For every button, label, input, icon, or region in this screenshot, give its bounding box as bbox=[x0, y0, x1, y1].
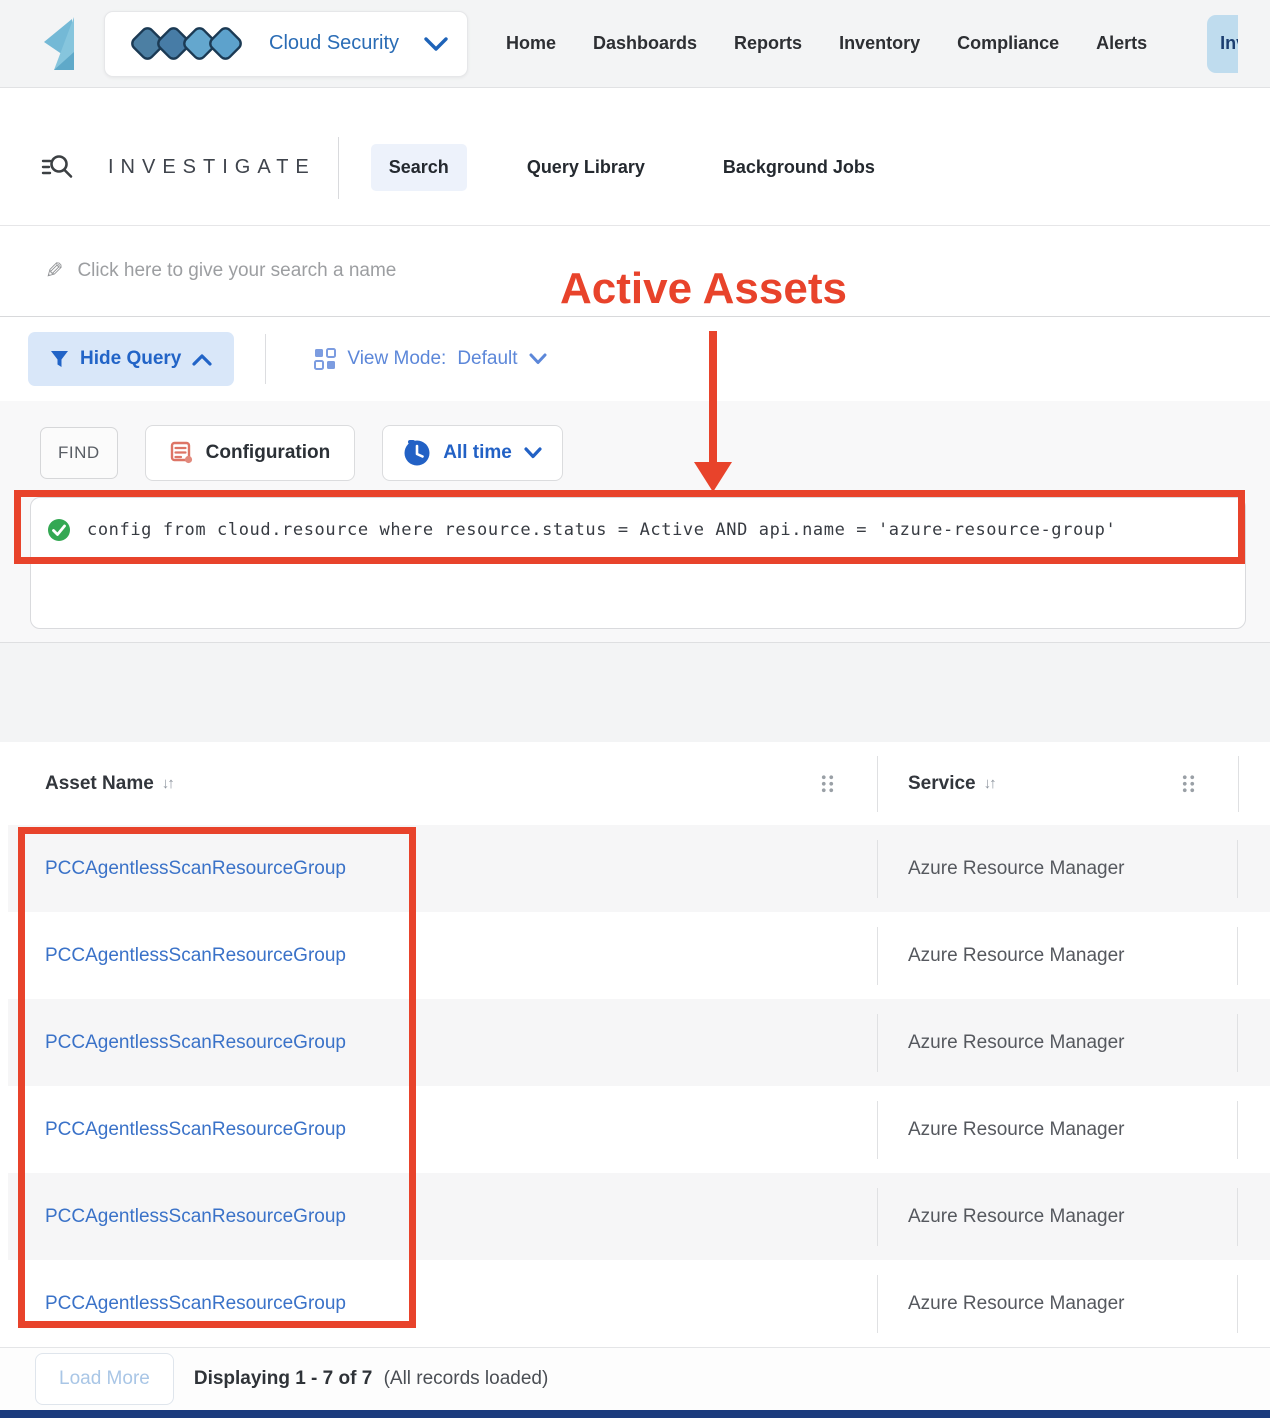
column-divider bbox=[1238, 755, 1239, 812]
search-name-row: ✎ Click here to give your search a name bbox=[0, 226, 1270, 317]
displaying-range: Displaying 1 - 7 of 7 bbox=[193, 1368, 373, 1389]
view-mode-value: Default bbox=[457, 348, 518, 369]
chevron-down-icon bbox=[524, 447, 542, 459]
asset-name-link[interactable]: PCCAgentlessScanResourceGroup bbox=[45, 1206, 346, 1227]
column-header-service[interactable]: Service ↓↑ bbox=[878, 773, 1238, 795]
divider bbox=[265, 334, 267, 384]
cell-divider bbox=[1237, 839, 1238, 898]
hide-query-label: Hide Query bbox=[80, 348, 182, 369]
nav-item-reports[interactable]: Reports bbox=[734, 33, 802, 54]
table-row[interactable]: PCCAgentlessScanResourceGroup Azure Reso… bbox=[8, 825, 1270, 912]
top-nav: Cloud Security Home Dashboards Reports I… bbox=[0, 0, 1270, 88]
tab-search[interactable]: Search bbox=[370, 144, 467, 191]
cell-divider bbox=[1237, 1100, 1238, 1159]
configuration-label: Configuration bbox=[205, 442, 331, 463]
section-gap bbox=[0, 643, 1270, 742]
view-mode-selector[interactable]: View Mode: Default bbox=[314, 348, 547, 370]
nav-item-dashboards[interactable]: Dashboards bbox=[593, 33, 697, 54]
nav-item-alerts[interactable]: Alerts bbox=[1096, 33, 1147, 54]
record-count: Displaying 1 - 7 of 7 (All records loade… bbox=[194, 1368, 548, 1390]
search-name-input[interactable]: Click here to give your search a name bbox=[77, 260, 396, 282]
nav-item-inventory[interactable]: Inventory bbox=[839, 33, 920, 54]
cell-divider bbox=[1237, 1187, 1238, 1246]
sort-icon[interactable]: ↓↑ bbox=[162, 775, 175, 792]
asset-name-link[interactable]: PCCAgentlessScanResourceGroup bbox=[45, 1293, 346, 1314]
time-range-button[interactable]: All time bbox=[382, 425, 563, 481]
table-row[interactable]: PCCAgentlessScanResourceGroup Azure Reso… bbox=[8, 1173, 1270, 1260]
prisma-cloud-logo-icon bbox=[36, 16, 88, 72]
column-drag-handle-icon[interactable] bbox=[820, 774, 835, 793]
nav-item-investigate-active[interactable]: Inv bbox=[1207, 14, 1239, 73]
page-title: INVESTIGATE bbox=[108, 156, 316, 178]
query-buttons: FIND Configuration All time bbox=[0, 401, 1270, 481]
chevron-down-icon bbox=[529, 353, 547, 365]
cell-divider bbox=[1237, 1274, 1238, 1333]
query-section: FIND Configuration All time config from … bbox=[0, 401, 1270, 643]
query-toolbar: Hide Query View Mode: Default bbox=[0, 317, 1270, 401]
time-range-label: All time bbox=[443, 442, 512, 463]
investigate-header: INVESTIGATE Search Query Library Backgro… bbox=[0, 88, 1270, 226]
table-row[interactable]: PCCAgentlessScanResourceGroup Azure Reso… bbox=[8, 912, 1270, 999]
service-cell: Azure Resource Manager bbox=[908, 944, 1125, 966]
table-header-row: Asset Name ↓↑ Service ↓↑ bbox=[8, 742, 1270, 825]
tab-query-library[interactable]: Query Library bbox=[509, 144, 663, 191]
table-row[interactable]: PCCAgentlessScanResourceGroup Azure Reso… bbox=[8, 999, 1270, 1086]
view-mode-label: View Mode: bbox=[347, 348, 447, 369]
filter-icon bbox=[50, 350, 69, 369]
column-drag-handle-icon[interactable] bbox=[1181, 774, 1196, 793]
investigate-tabs: Search Query Library Background Jobs bbox=[370, 144, 893, 191]
service-cell: Azure Resource Manager bbox=[908, 1118, 1125, 1140]
view-mode-grid-icon bbox=[314, 348, 337, 370]
configuration-button[interactable]: Configuration bbox=[144, 425, 356, 481]
product-switcher[interactable]: Cloud Security bbox=[104, 10, 468, 77]
cloud-security-modules-icon bbox=[127, 24, 257, 64]
asset-name-link[interactable]: PCCAgentlessScanResourceGroup bbox=[45, 1032, 346, 1053]
query-text[interactable]: config from cloud.resource where resourc… bbox=[87, 520, 1116, 540]
service-cell: Azure Resource Manager bbox=[908, 1292, 1125, 1314]
cell-divider bbox=[1237, 926, 1238, 985]
tab-background-jobs[interactable]: Background Jobs bbox=[705, 144, 893, 191]
nav-item-compliance[interactable]: Compliance bbox=[957, 33, 1059, 54]
pencil-icon: ✎ bbox=[45, 258, 64, 283]
query-line: config from cloud.resource where resourc… bbox=[31, 498, 1245, 542]
investigate-search-icon bbox=[40, 151, 74, 185]
hide-query-button[interactable]: Hide Query bbox=[28, 332, 235, 386]
chevron-down-icon bbox=[423, 36, 449, 52]
divider bbox=[337, 136, 339, 199]
clock-icon bbox=[403, 439, 431, 467]
results-table: Asset Name ↓↑ Service ↓↑ PCCAgentlessSca… bbox=[8, 742, 1270, 1347]
table-footer: Load More Displaying 1 - 7 of 7 (All rec… bbox=[0, 1347, 1270, 1410]
chevron-up-icon bbox=[192, 353, 212, 366]
asset-name-link[interactable]: PCCAgentlessScanResourceGroup bbox=[45, 945, 346, 966]
query-editor[interactable]: config from cloud.resource where resourc… bbox=[30, 497, 1246, 629]
records-loaded-note: (All records loaded) bbox=[383, 1368, 549, 1389]
configuration-icon bbox=[170, 441, 194, 465]
service-cell: Azure Resource Manager bbox=[908, 857, 1125, 879]
nav-item-home[interactable]: Home bbox=[506, 33, 556, 54]
column-header-asset-name[interactable]: Asset Name ↓↑ bbox=[8, 773, 877, 795]
service-cell: Azure Resource Manager bbox=[908, 1205, 1125, 1227]
asset-name-link[interactable]: PCCAgentlessScanResourceGroup bbox=[45, 858, 346, 879]
find-button[interactable]: FIND bbox=[40, 427, 118, 479]
table-row[interactable]: PCCAgentlessScanResourceGroup Azure Reso… bbox=[8, 1260, 1270, 1347]
table-row[interactable]: PCCAgentlessScanResourceGroup Azure Reso… bbox=[8, 1086, 1270, 1173]
valid-query-check-icon bbox=[47, 518, 71, 542]
cell-divider bbox=[1237, 1013, 1238, 1072]
main-nav: Home Dashboards Reports Inventory Compli… bbox=[506, 14, 1239, 73]
bottom-edge-bar bbox=[0, 1410, 1270, 1418]
load-more-button[interactable]: Load More bbox=[35, 1353, 174, 1405]
sort-icon[interactable]: ↓↑ bbox=[984, 775, 997, 792]
service-cell: Azure Resource Manager bbox=[908, 1031, 1125, 1053]
asset-name-link[interactable]: PCCAgentlessScanResourceGroup bbox=[45, 1119, 346, 1140]
product-switcher-label: Cloud Security bbox=[269, 32, 400, 54]
